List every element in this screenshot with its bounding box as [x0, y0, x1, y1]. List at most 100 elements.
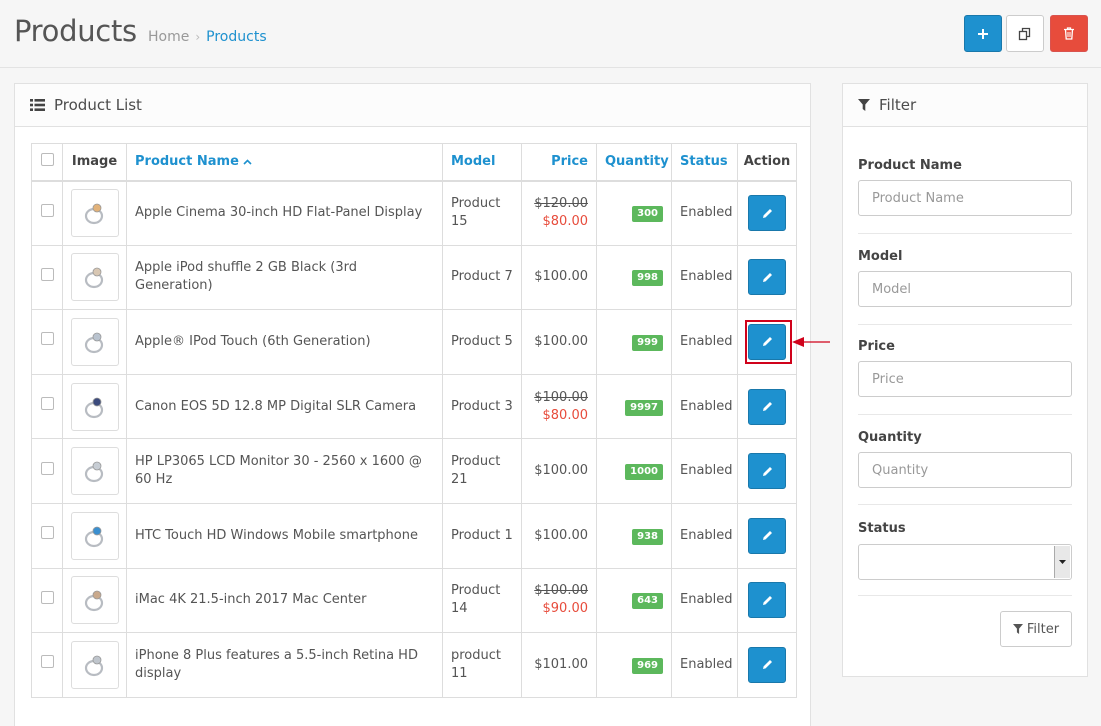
product-model: Product 15: [442, 180, 522, 246]
edit-button[interactable]: [748, 646, 786, 683]
edit-button[interactable]: [748, 517, 786, 554]
pencil-icon: [762, 660, 772, 670]
row-checkbox[interactable]: [40, 332, 54, 346]
product-thumbnail: [70, 382, 119, 431]
column-model[interactable]: Model: [442, 143, 522, 182]
product-status: Enabled: [671, 180, 738, 246]
table-row: Apple® IPod Touch (6th Generation) Produc…: [31, 309, 797, 375]
filter-status-select[interactable]: [858, 544, 1072, 580]
pencil-icon: [762, 466, 772, 476]
row-select-cell: [31, 567, 63, 634]
filter-status-group: Status: [858, 521, 1072, 543]
edit-button[interactable]: [748, 453, 786, 490]
filter-heading: Filter: [843, 84, 1087, 127]
filter-price-input[interactable]: [858, 361, 1072, 397]
row-checkbox[interactable]: [40, 655, 54, 669]
column-product-name-label: Product Name: [135, 154, 239, 170]
delete-button[interactable]: [1050, 15, 1088, 52]
table-row: Apple iPod shuffle 2 GB Black (3rd Gener…: [31, 244, 797, 311]
filter-model-input[interactable]: [858, 271, 1072, 307]
original-price: $100.00: [534, 583, 588, 599]
product-list-title: Product List: [54, 96, 142, 114]
product-image-cell: [62, 438, 127, 504]
pencil-icon: [762, 208, 772, 218]
row-checkbox[interactable]: [40, 461, 54, 475]
row-checkbox[interactable]: [40, 590, 54, 604]
product-quantity-cell: 643: [596, 567, 672, 634]
filter-divider: [858, 414, 1072, 415]
filter-product-name-input[interactable]: [858, 180, 1072, 216]
action-cell: [737, 373, 797, 440]
edit-button[interactable]: [748, 195, 786, 232]
filter-button[interactable]: Filter: [1000, 611, 1072, 647]
table-row: HTC Touch HD Windows Mobile smartphone Pr…: [31, 502, 797, 569]
filter-quantity-label: Quantity: [858, 430, 922, 445]
filter-product-name-group: Product Name: [858, 158, 1072, 216]
product-thumbnail: [70, 253, 119, 302]
edit-button[interactable]: [748, 259, 786, 296]
edit-button[interactable]: [748, 323, 786, 360]
quantity-badge: 938: [632, 528, 663, 545]
copy-button[interactable]: [1006, 15, 1044, 52]
edit-button[interactable]: [748, 582, 786, 619]
sale-price: $90.00: [542, 601, 589, 617]
product-thumbnail: [70, 189, 119, 238]
copy-icon: [1018, 27, 1031, 40]
product-status: Enabled: [671, 502, 738, 569]
product-image-cell: [62, 502, 127, 569]
product-quantity-cell: 999: [596, 309, 672, 375]
product-thumbnail: [70, 640, 119, 689]
product-status: Enabled: [671, 309, 738, 375]
product-model: Product 21: [442, 438, 522, 504]
add-new-button[interactable]: [964, 15, 1002, 52]
table-row: Canon EOS 5D 12.8 MP Digital SLR Camera P…: [31, 373, 797, 440]
select-all-checkbox[interactable]: [40, 153, 54, 167]
product-quantity-cell: 9997: [596, 373, 672, 440]
action-cell: [737, 244, 797, 311]
filter-model-group: Model: [858, 249, 1072, 307]
pencil-icon: [762, 595, 772, 605]
product-price: $100.00: [521, 502, 597, 569]
product-price: $100.00: [521, 309, 597, 375]
row-select-cell: [31, 180, 63, 246]
filter-model-label: Model: [858, 249, 903, 264]
filter-price-group: Price: [858, 339, 1072, 397]
breadcrumb-separator: ›: [195, 30, 201, 44]
quantity-badge: 300: [632, 206, 663, 223]
price-value: $101.00: [534, 656, 588, 672]
original-price: $100.00: [534, 389, 588, 405]
column-quantity[interactable]: Quantity: [596, 143, 672, 182]
product-image-cell: [62, 180, 127, 246]
row-checkbox[interactable]: [40, 526, 54, 540]
product-list-heading: Product List: [15, 84, 810, 127]
product-price: $100.00: [521, 438, 597, 504]
product-price: $100.00: [521, 244, 597, 311]
ring-icon: [84, 397, 103, 418]
product-thumbnail: [70, 576, 119, 625]
row-select-cell: [31, 438, 63, 504]
quantity-badge: 1000: [625, 464, 663, 481]
row-checkbox[interactable]: [40, 203, 54, 217]
column-status[interactable]: Status: [671, 143, 738, 182]
product-image-cell: [62, 309, 127, 375]
column-product-name[interactable]: Product Name: [126, 143, 443, 182]
product-quantity-cell: 998: [596, 244, 672, 311]
product-thumbnail: [70, 447, 119, 496]
product-name: HTC Touch HD Windows Mobile smartphone: [126, 502, 443, 569]
edit-button[interactable]: [748, 388, 786, 425]
filter-quantity-input[interactable]: [858, 452, 1072, 488]
breadcrumb-products[interactable]: Products: [206, 29, 266, 45]
breadcrumb-home[interactable]: Home: [148, 29, 189, 45]
product-status: Enabled: [671, 373, 738, 440]
select-all-cell: [31, 143, 63, 182]
row-checkbox[interactable]: [40, 267, 54, 281]
column-price[interactable]: Price: [521, 143, 597, 182]
row-checkbox[interactable]: [40, 397, 54, 411]
product-table: Image Product Name Model Price Quantity …: [31, 143, 797, 698]
product-image-cell: [62, 632, 127, 698]
product-model: Product 5: [442, 309, 522, 375]
filter-title: Filter: [879, 96, 917, 114]
product-image-cell: [62, 373, 127, 440]
product-thumbnail: [70, 317, 119, 366]
page-header: Products Home › Products: [0, 0, 1101, 68]
